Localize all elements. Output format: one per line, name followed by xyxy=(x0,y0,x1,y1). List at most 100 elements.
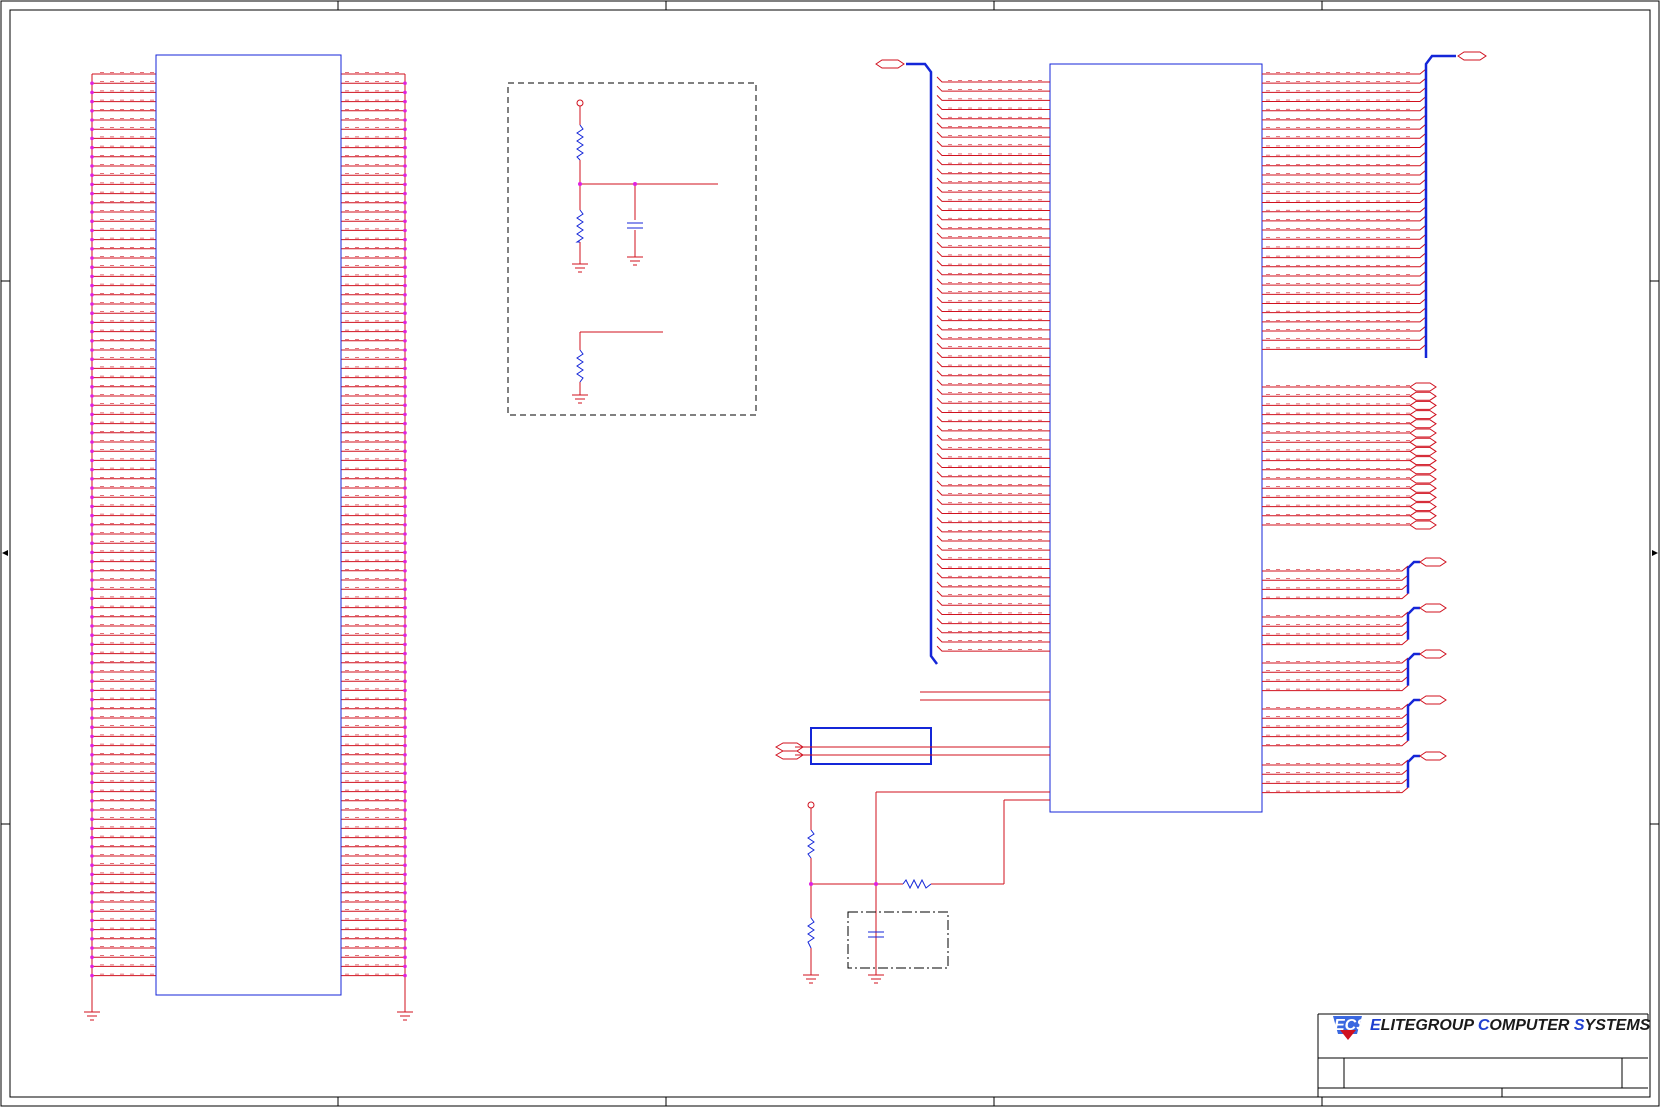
junction-dot xyxy=(403,90,407,95)
off-page-connector xyxy=(1409,410,1437,420)
ground-symbol xyxy=(84,1011,100,1021)
ic-right-signal xyxy=(1262,206,1427,213)
junction-dot xyxy=(403,449,407,454)
off-page-connector xyxy=(875,59,905,69)
junction-dot xyxy=(90,127,94,131)
ic-left-signal xyxy=(936,278,1050,285)
junction-dot xyxy=(90,927,94,932)
junction-dot xyxy=(90,863,94,867)
off-page-connector xyxy=(1419,557,1447,567)
ic-right-signal xyxy=(1262,657,1409,664)
junction-dot xyxy=(90,845,94,849)
junction-dot xyxy=(403,81,407,85)
ic-left-signal xyxy=(936,113,1050,120)
ic-left-signal xyxy=(936,489,1050,496)
junction-dot xyxy=(403,854,407,858)
lower-bias-circuit xyxy=(774,727,1050,984)
junction-dot xyxy=(403,136,407,141)
ic-left-signal xyxy=(936,581,1050,588)
junction-dot xyxy=(90,707,94,711)
company-name: ELITEGROUP COMPUTER SYSTEMS xyxy=(1370,1017,1651,1034)
off-page-connector xyxy=(1409,483,1437,493)
junction-dot xyxy=(90,587,94,591)
lower-divider-top xyxy=(807,829,815,859)
ic-left-signal xyxy=(936,535,1050,542)
junction-dot xyxy=(90,854,94,858)
ic-right-signal xyxy=(1262,731,1409,738)
ic-right-signal xyxy=(1262,565,1409,572)
junction-dot xyxy=(403,283,407,288)
ic-left-signal xyxy=(936,517,1050,524)
divider-grounds xyxy=(572,256,643,404)
ic-left-signal xyxy=(936,85,1050,92)
ic-left-signal xyxy=(936,609,1050,615)
sheet-frame xyxy=(0,0,1660,1107)
junction-dot xyxy=(403,716,407,720)
junction-dot xyxy=(403,679,407,683)
ic-left-signal xyxy=(936,498,1050,505)
junction-dot xyxy=(403,918,407,923)
ic-left-signal xyxy=(936,599,1050,606)
junction-dot xyxy=(90,964,94,969)
ic-left-signal xyxy=(936,159,1050,166)
junction-dot xyxy=(403,569,407,573)
junction-dot xyxy=(403,219,407,223)
ic-left-signal xyxy=(936,453,1050,459)
junction-dot xyxy=(90,118,94,122)
ic-left-signal xyxy=(936,572,1050,579)
ic-right-signal xyxy=(1262,334,1427,341)
junction-dot xyxy=(90,486,94,490)
junction-dot xyxy=(90,320,94,325)
ic-left-signal xyxy=(936,296,1050,303)
ic-right-signal xyxy=(1262,160,1427,167)
junction-dot xyxy=(90,412,94,417)
divider-resistor-top xyxy=(576,124,584,161)
junction-dot xyxy=(403,486,407,490)
junction-dot xyxy=(403,550,407,555)
junction-dot xyxy=(90,955,94,959)
junction-dot xyxy=(90,513,94,518)
junction-dot xyxy=(403,385,407,389)
off-page-connector xyxy=(1409,474,1437,484)
junction-dot xyxy=(403,412,407,417)
junction-dot xyxy=(90,191,94,196)
ic-left-signal xyxy=(936,205,1050,212)
junction-dot xyxy=(403,431,407,435)
junction-dot xyxy=(90,559,94,564)
junction-dot xyxy=(90,891,94,895)
ic-right-signal xyxy=(1262,270,1427,277)
junction-dot xyxy=(403,394,407,398)
junction-dot xyxy=(403,633,407,637)
junction-dot xyxy=(403,293,407,297)
ic-left-signal xyxy=(936,232,1050,239)
logo-text: ECS xyxy=(1334,1017,1367,1034)
ic-left-signal xyxy=(936,195,1050,202)
junction-dot xyxy=(90,596,94,601)
ic-right-signal xyxy=(1262,703,1409,710)
junction-dot xyxy=(90,651,94,656)
ic-right-signal xyxy=(1262,787,1409,794)
ic-left-signal xyxy=(936,645,1050,652)
ic-left-signal xyxy=(936,388,1050,395)
main-ic-right xyxy=(875,51,1487,813)
junction-dot xyxy=(403,523,407,527)
ic-right-signal xyxy=(1262,666,1409,673)
ic-left-signal xyxy=(936,544,1050,551)
ic-left-signal xyxy=(936,342,1050,349)
junction-dot xyxy=(403,817,407,821)
junction-dot xyxy=(90,881,94,886)
junction-dot xyxy=(403,946,407,950)
ic-right-signal xyxy=(1262,768,1409,775)
ic-right-signal xyxy=(1262,114,1427,121)
ic-left-signal xyxy=(936,508,1050,514)
junction-dot xyxy=(90,228,94,233)
junction-dot xyxy=(403,467,407,472)
junction-dot xyxy=(403,973,407,978)
junction-dot xyxy=(90,449,94,454)
junction-dot xyxy=(90,532,94,536)
junction-dot xyxy=(403,109,407,113)
junction-dot xyxy=(90,946,94,950)
ic-right-signal xyxy=(1262,316,1427,323)
ic-right-signal xyxy=(1262,630,1409,636)
junction-dot xyxy=(90,467,94,472)
